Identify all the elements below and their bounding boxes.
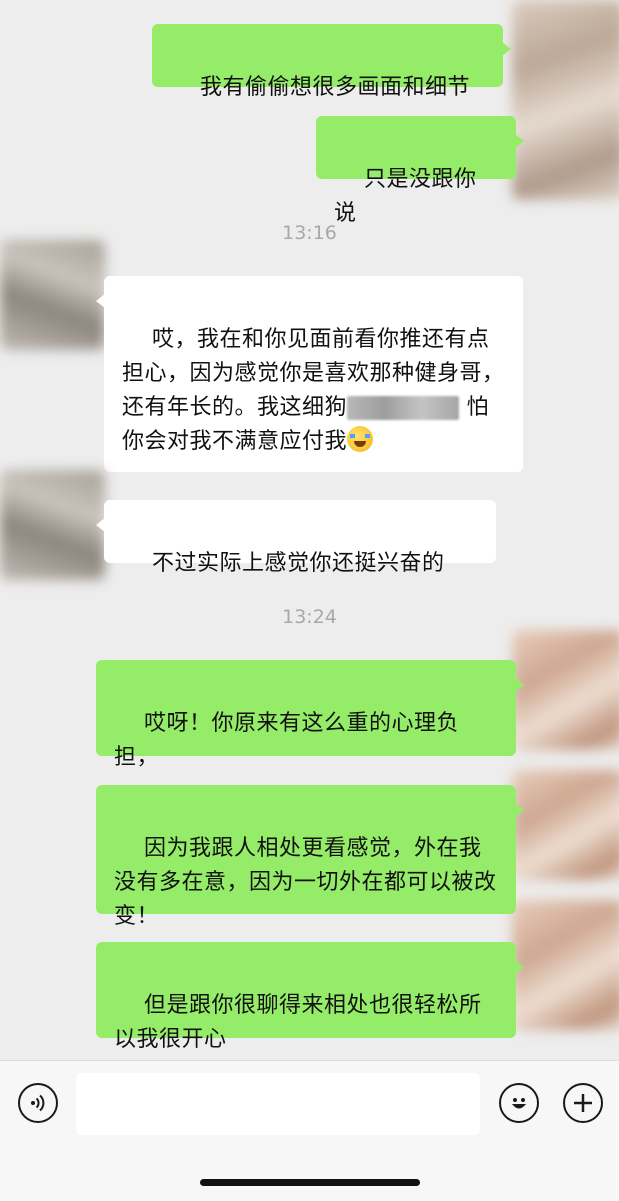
own-avatar[interactable] bbox=[512, 0, 619, 200]
message-bubble-received[interactable]: 哎，我在和你见面前看你推还有点担心，因为感觉你是喜欢那种健身哥，还有年长的。我这… bbox=[96, 276, 523, 472]
home-indicator[interactable] bbox=[200, 1179, 420, 1186]
more-button[interactable] bbox=[563, 1083, 603, 1123]
message-input[interactable] bbox=[76, 1073, 480, 1135]
message-bubble-sent[interactable]: 我有偷偷想很多画面和细节 bbox=[152, 24, 511, 100]
contact-avatar[interactable] bbox=[0, 470, 105, 580]
own-avatar[interactable] bbox=[512, 630, 619, 750]
message-bubble-sent[interactable]: 但是跟你很聊得来相处也很轻松所以我很开心 bbox=[96, 942, 524, 1052]
plus-icon bbox=[574, 1094, 592, 1112]
emoji-icon bbox=[512, 1098, 526, 1109]
timestamp: 13:24 bbox=[282, 606, 337, 628]
crying-laughing-emoji-icon bbox=[347, 426, 374, 452]
message-text: 因为我跟人相处更看感觉，外在我没有多在意，因为一切外在都可以被改变！ bbox=[114, 836, 497, 929]
redacted-text bbox=[347, 396, 460, 420]
emoji-button[interactable] bbox=[499, 1083, 539, 1123]
message-bubble-sent[interactable]: 只是没跟你说 bbox=[316, 116, 524, 226]
voice-icon bbox=[31, 1094, 45, 1112]
voice-button[interactable] bbox=[18, 1083, 58, 1123]
message-text: 我有偷偷想很多画面和细节 bbox=[199, 75, 470, 100]
message-text: 只是没跟你说 bbox=[334, 167, 477, 226]
message-text: 但是跟你很聊得来相处也很轻松所以我很开心 bbox=[114, 993, 482, 1052]
message-bubble-received[interactable]: 不过实际上感觉你还挺兴奋的 bbox=[96, 500, 496, 576]
message-text: 不过实际上感觉你还挺兴奋的 bbox=[151, 551, 445, 576]
message-bubble-sent[interactable]: 因为我跟人相处更看感觉，外在我没有多在意，因为一切外在都可以被改变！ bbox=[96, 785, 524, 929]
message-bubble-sent[interactable]: 哎呀！你原来有这么重的心理负担， bbox=[96, 660, 524, 770]
message-text: 哎呀！你原来有这么重的心理负担， bbox=[114, 711, 459, 770]
own-avatar[interactable] bbox=[512, 770, 619, 880]
chat-area: 我有偷偷想很多画面和细节 只是没跟你说 13:16 哎，我在和你见面前看你推还有… bbox=[0, 0, 619, 1060]
contact-avatar[interactable] bbox=[0, 240, 105, 350]
own-avatar[interactable] bbox=[512, 900, 619, 1030]
